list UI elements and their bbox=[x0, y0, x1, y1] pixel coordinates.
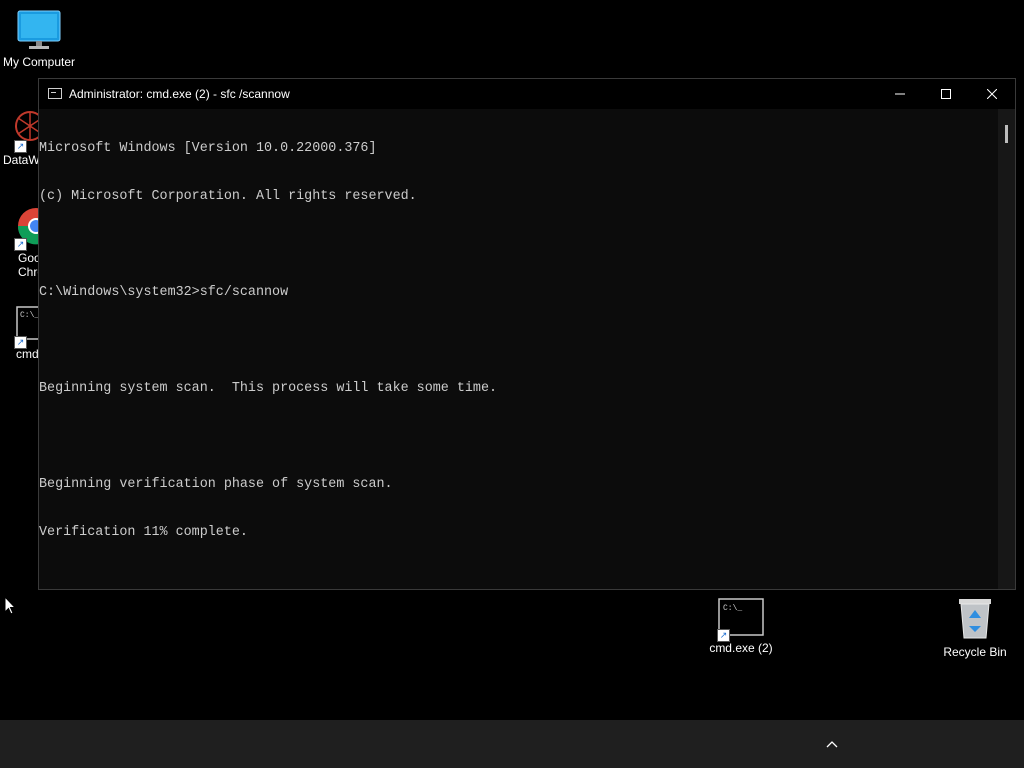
desktop-icon-label: cmd bbox=[16, 347, 39, 361]
close-button[interactable] bbox=[969, 79, 1015, 109]
desktop-icon-recycle-bin[interactable]: Recycle Bin bbox=[937, 596, 1013, 659]
desktop-icon-cmd-exe-2[interactable]: C:\_ ↗ cmd.exe (2) bbox=[703, 598, 779, 655]
desktop-icon-chrome[interactable]: ↗ Goo Chro bbox=[0, 206, 55, 279]
shortcut-arrow-icon: ↗ bbox=[717, 629, 730, 642]
desktop-icon-label: Recycle Bin bbox=[943, 645, 1007, 659]
monitor-icon bbox=[17, 10, 61, 49]
cmd-app-icon bbox=[48, 88, 62, 99]
chevron-up-icon bbox=[826, 741, 838, 748]
desktop-icon-label: DataW bbox=[3, 153, 40, 167]
desktop-icon-label: My Computer bbox=[2, 55, 76, 69]
svg-text:C:\_: C:\_ bbox=[723, 604, 742, 613]
window-title: Administrator: cmd.exe (2) - sfc /scanno… bbox=[69, 87, 290, 101]
console-output[interactable]: Microsoft Windows [Version 10.0.22000.37… bbox=[39, 109, 999, 589]
desktop-icon-cmd[interactable]: C:\_ ↗ cmd bbox=[0, 306, 56, 361]
console-line: Verification 11% complete. bbox=[39, 525, 248, 540]
desktop-icon-dataw[interactable]: ↗ DataW bbox=[0, 108, 45, 167]
shortcut-arrow-icon: ↗ bbox=[14, 238, 27, 251]
scrollbar-thumb[interactable] bbox=[1005, 125, 1008, 143]
desktop-icon-label: Goo Chro bbox=[18, 251, 45, 279]
desktop-icon-my-computer[interactable]: My Computer bbox=[1, 10, 77, 69]
maximize-button[interactable] bbox=[923, 79, 969, 109]
console-line: Beginning verification phase of system s… bbox=[39, 477, 393, 492]
maximize-icon bbox=[941, 89, 951, 99]
shortcut-arrow-icon: ↗ bbox=[14, 336, 27, 349]
mouse-cursor-icon bbox=[4, 596, 16, 615]
desktop-icon-label: cmd.exe (2) bbox=[709, 641, 773, 655]
desktop: My Computer ↗ DataW ↗ Goo Chro C:\_ ↗ cm… bbox=[0, 0, 1024, 720]
shortcut-arrow-icon: ↗ bbox=[14, 140, 27, 153]
taskbar bbox=[0, 720, 1024, 768]
console-line: Microsoft Windows [Version 10.0.22000.37… bbox=[39, 141, 377, 156]
console-line: Beginning system scan. This process will… bbox=[39, 381, 498, 396]
recycle-bin-icon bbox=[959, 599, 991, 639]
minimize-icon bbox=[895, 93, 905, 95]
svg-text:C:\_: C:\_ bbox=[20, 311, 39, 320]
console-line: (c) Microsoft Corporation. All rights re… bbox=[39, 189, 417, 204]
vertical-scrollbar[interactable] bbox=[998, 109, 1015, 589]
window-titlebar[interactable]: Administrator: cmd.exe (2) - sfc /scanno… bbox=[39, 79, 1015, 109]
minimize-button[interactable] bbox=[877, 79, 923, 109]
close-icon bbox=[987, 89, 997, 99]
console-line: C:\Windows\system32>sfc/scannow bbox=[39, 285, 289, 300]
cmd-window[interactable]: Administrator: cmd.exe (2) - sfc /scanno… bbox=[38, 78, 1016, 590]
show-hidden-icons-button[interactable] bbox=[818, 732, 846, 756]
